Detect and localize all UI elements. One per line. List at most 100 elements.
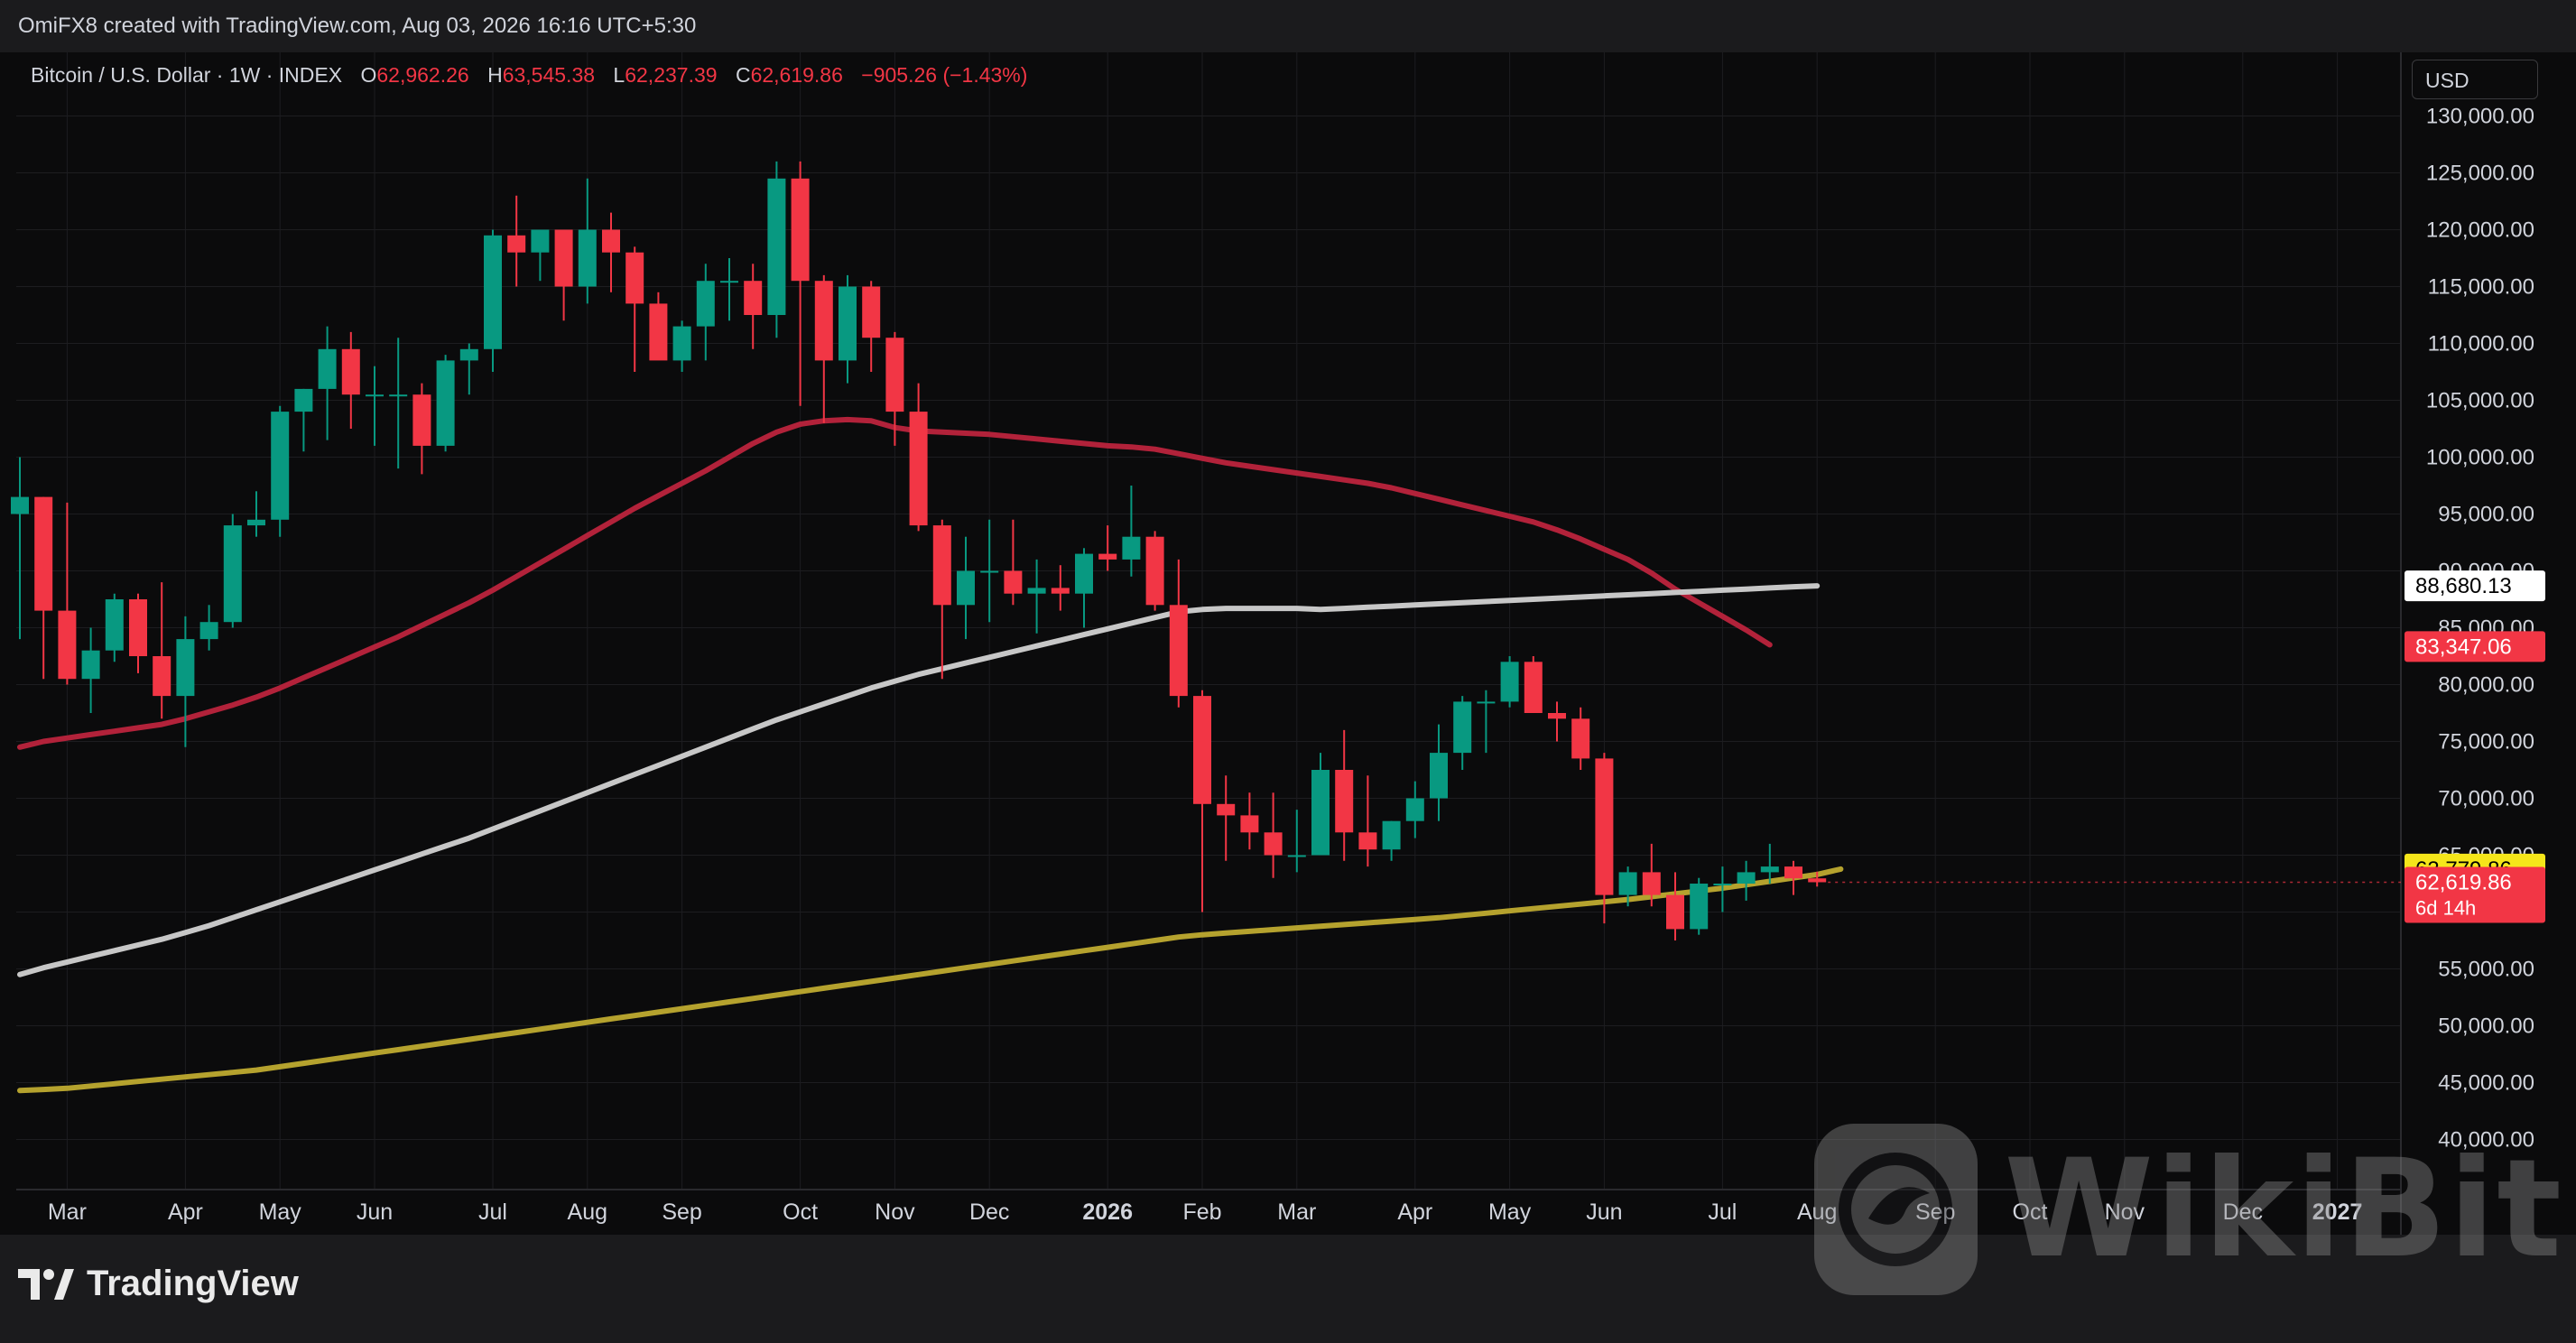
price-tag-3: 62,619.866d 14h — [2405, 866, 2545, 923]
price-tag-label: 88,680.13 — [2415, 574, 2512, 598]
candle-body — [1690, 884, 1709, 930]
tradingview-logo-icon — [18, 1268, 74, 1300]
candle-body — [1098, 553, 1117, 560]
candle-18 — [436, 355, 455, 452]
candle-body — [1217, 803, 1236, 816]
price-tag-label: 62,619.86 — [2415, 870, 2512, 894]
time-tick-label-8: Nov — [875, 1199, 915, 1225]
candle-body — [1405, 798, 1424, 821]
candle-body — [247, 519, 265, 526]
candle-body — [507, 235, 526, 253]
candle-body — [459, 348, 478, 361]
candle-body — [1548, 713, 1566, 719]
low-value: 62,237.39 — [625, 63, 718, 87]
candle-body — [625, 252, 644, 304]
time-tick-label-15: Jun — [1586, 1199, 1622, 1225]
candle-body — [484, 235, 502, 349]
open-key: O — [360, 63, 377, 87]
high-key: H — [487, 63, 503, 87]
time-tick-label-3: Jun — [357, 1199, 393, 1225]
price-tag-1: 83,347.06 — [2405, 631, 2545, 662]
candle-body — [1808, 878, 1827, 883]
candle-body — [1642, 872, 1661, 895]
candle-body — [1264, 832, 1283, 856]
candle-body — [1358, 832, 1377, 850]
candle-body — [389, 394, 408, 397]
price-tick-label-0: 130,000.00 — [2426, 105, 2534, 129]
candle-body — [129, 599, 147, 656]
tradingview-brand[interactable]: TradingView — [18, 1264, 299, 1304]
candle-body — [1618, 872, 1637, 895]
candle-body — [720, 281, 738, 283]
open-value: 62,962.26 — [376, 63, 469, 87]
symbol-label: Bitcoin / U.S. Dollar · 1W · INDEX — [31, 63, 343, 87]
price-tick-label-5: 105,000.00 — [2426, 389, 2534, 413]
ohlc-legend: Bitcoin / U.S. Dollar · 1W · INDEX O62,9… — [31, 63, 1027, 88]
wikibit-logo-icon — [1814, 1124, 1978, 1295]
candle-body — [980, 570, 999, 573]
candle-body — [81, 650, 100, 680]
candle-body — [223, 525, 242, 623]
tradingview-wordmark: TradingView — [87, 1264, 299, 1303]
candle-71 — [1690, 877, 1709, 935]
candle-body — [436, 360, 455, 446]
candle-body — [1145, 536, 1164, 606]
change-value: −905.26 (−1.43%) — [861, 63, 1028, 87]
candle-body — [1287, 855, 1306, 857]
candle-body — [271, 412, 290, 520]
candle-body — [1311, 770, 1330, 856]
time-tick-label-1: Apr — [168, 1199, 203, 1225]
candle-body — [341, 348, 360, 395]
price-tick-label-10: 80,000.00 — [2438, 673, 2534, 698]
candle-body — [791, 178, 810, 282]
price-tag-label: 83,347.06 — [2415, 634, 2512, 659]
price-tick-label-17: 45,000.00 — [2438, 1071, 2534, 1096]
candle-body — [649, 303, 668, 361]
candle-body — [814, 281, 833, 361]
candle-body — [578, 229, 597, 287]
time-tick-label-14: May — [1488, 1199, 1532, 1225]
candle-body — [199, 622, 218, 640]
close-value: 62,619.86 — [750, 63, 843, 87]
candle-body — [885, 338, 904, 412]
time-tick-label-7: Oct — [783, 1199, 818, 1225]
candle-body — [839, 286, 857, 361]
candle-body — [1713, 884, 1732, 885]
currency-selector[interactable]: USD — [2412, 60, 2538, 99]
candle-body — [58, 610, 77, 680]
time-tick-label-2: May — [259, 1199, 302, 1225]
candle-64 — [1524, 656, 1543, 713]
candle-body — [554, 229, 573, 287]
price-tag-countdown: 6d 14h — [2415, 896, 2476, 919]
price-tag-0: 88,680.13 — [2405, 570, 2545, 602]
candle-body — [1524, 662, 1543, 713]
candle-body — [696, 281, 715, 327]
candle-body — [957, 570, 975, 606]
wikibit-wordmark: WikiBit — [2004, 1131, 2563, 1288]
candle-body — [318, 348, 337, 389]
candle-body — [1666, 894, 1684, 930]
candle-body — [1335, 770, 1354, 833]
candle-body — [1477, 701, 1496, 704]
candle-body — [153, 656, 171, 697]
candle-body — [1051, 588, 1070, 594]
candle-body — [1382, 820, 1401, 850]
time-tick-label-11: Feb — [1182, 1199, 1221, 1225]
candle-body — [1453, 701, 1472, 754]
time-tick-label-12: Mar — [1277, 1199, 1316, 1225]
candle-32 — [767, 161, 786, 338]
candle-body — [1500, 662, 1519, 702]
price-tick-label-12: 70,000.00 — [2438, 787, 2534, 811]
candle-body — [1122, 536, 1141, 560]
candle-11 — [271, 405, 290, 537]
time-tick-label-4: Jul — [478, 1199, 507, 1225]
candle-body — [1430, 753, 1448, 799]
low-key: L — [613, 63, 625, 87]
candle-63 — [1500, 656, 1519, 708]
candle-body — [34, 496, 53, 611]
high-value: 63,545.38 — [502, 63, 596, 87]
time-tick-label-9: Dec — [969, 1199, 1009, 1225]
candle-body — [11, 496, 29, 514]
price-tick-label-11: 75,000.00 — [2438, 730, 2534, 755]
candle-body — [105, 599, 124, 651]
